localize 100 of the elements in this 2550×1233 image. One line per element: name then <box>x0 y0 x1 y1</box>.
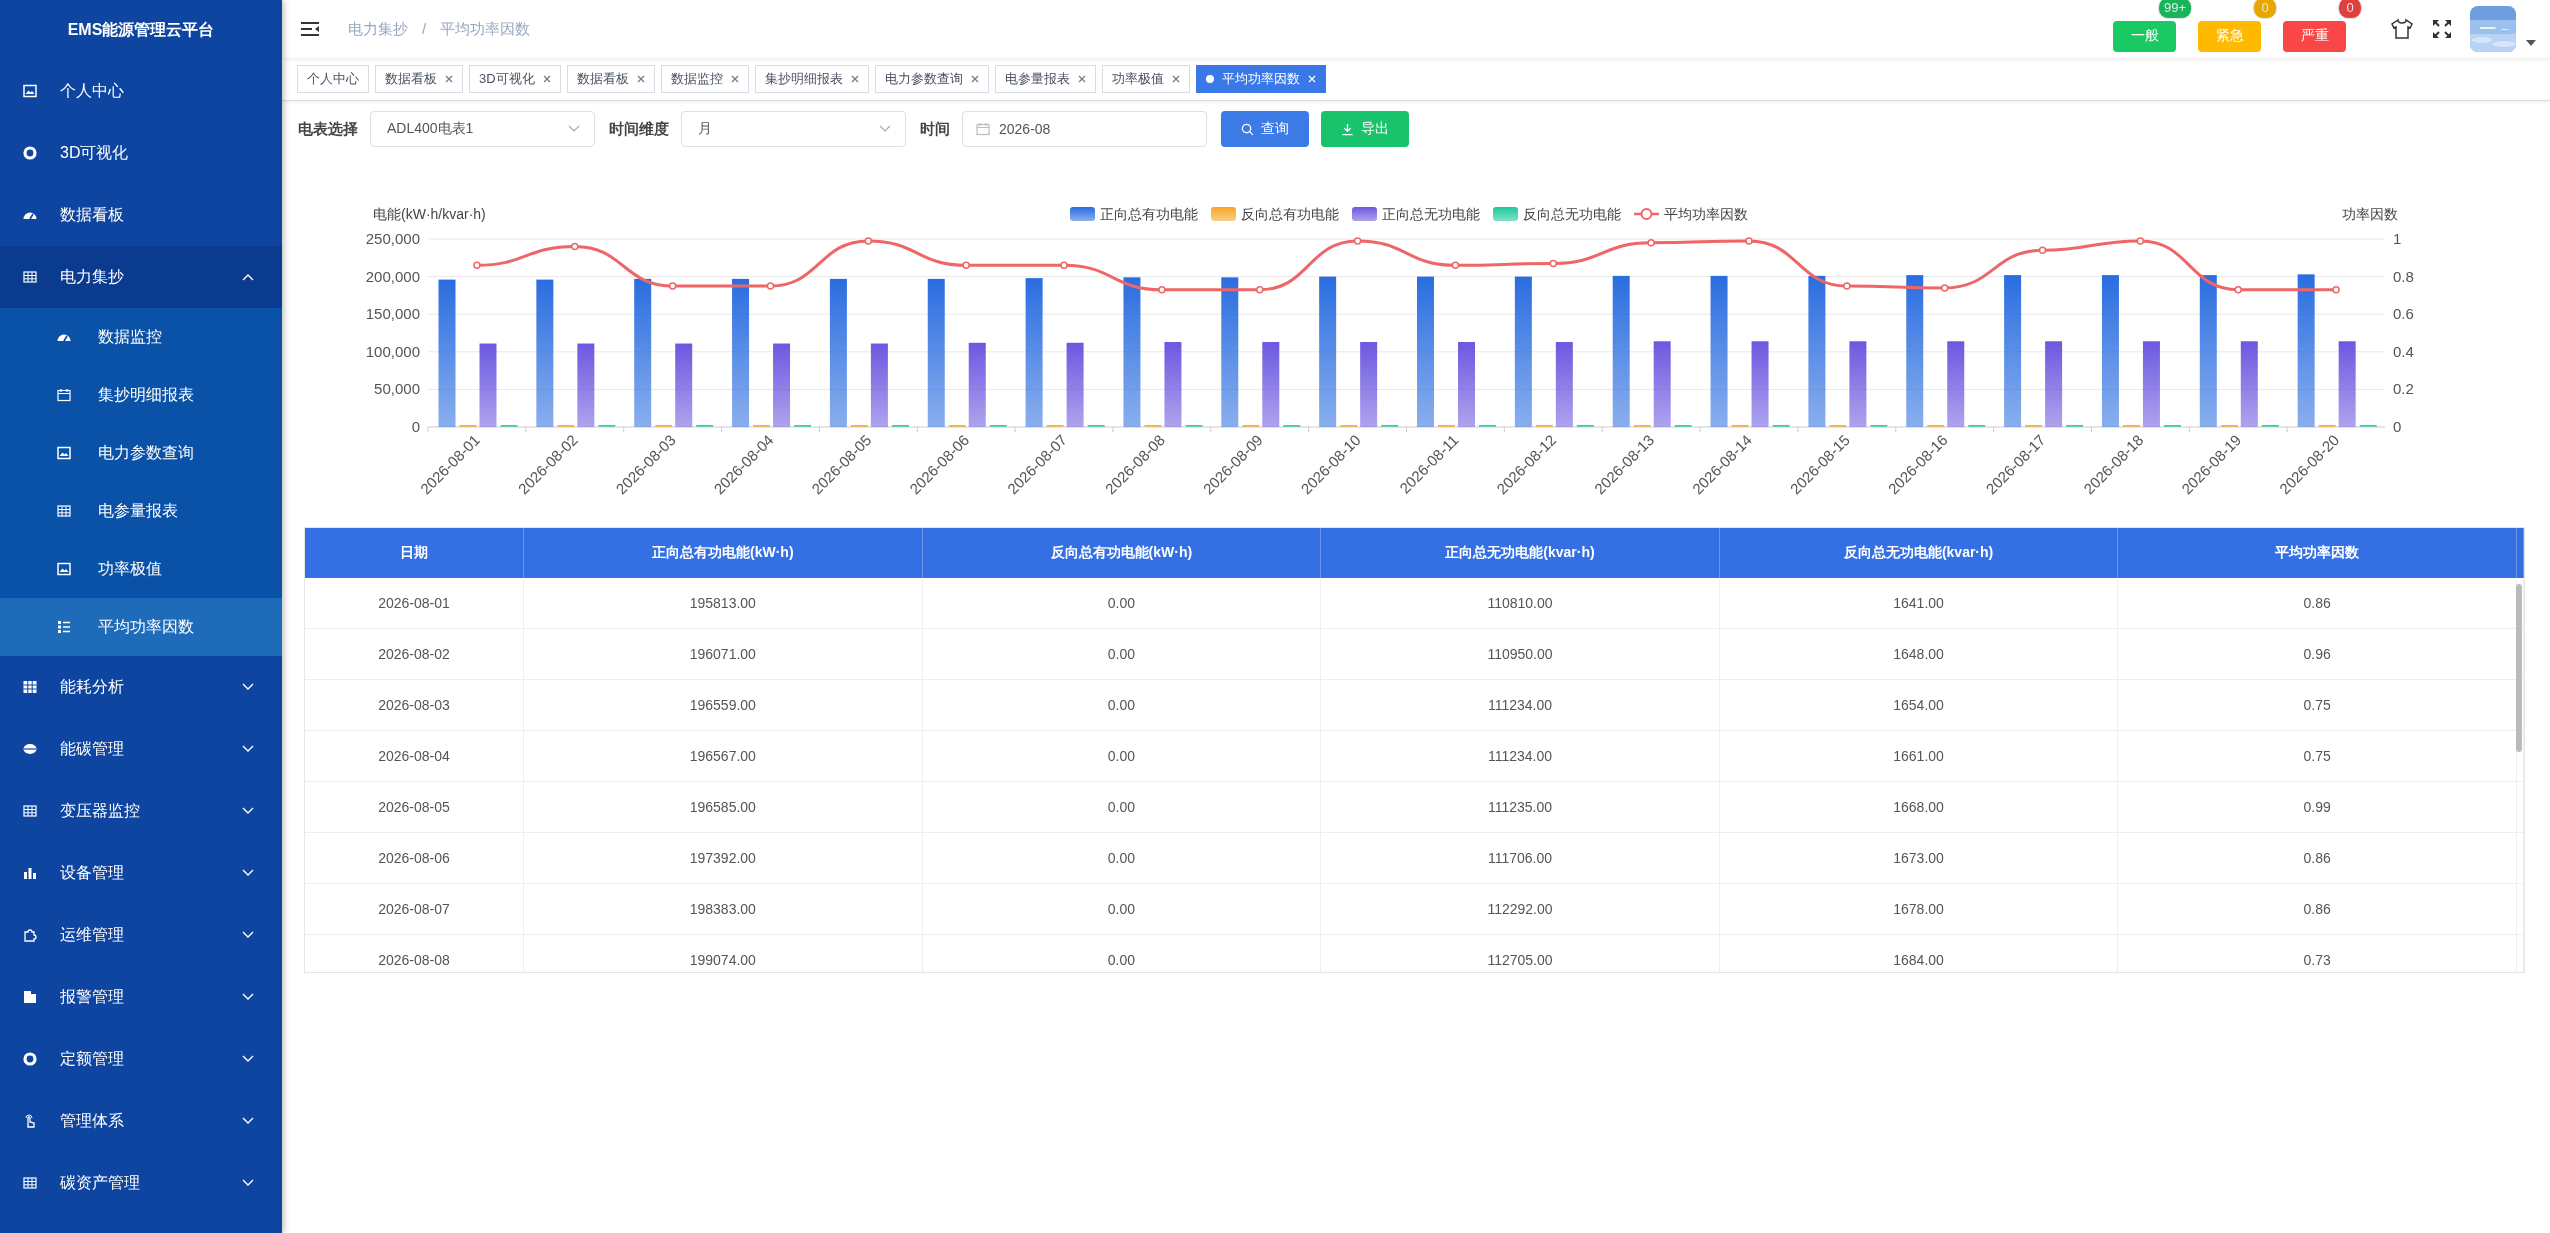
table-cell: 112292.00 <box>1320 883 1720 935</box>
data-point <box>962 261 970 270</box>
search-button[interactable]: 查询 <box>1221 111 1309 147</box>
table-icon <box>56 503 72 519</box>
table-cell: 2026-08-05 <box>305 781 524 833</box>
table-cell: 0.00 <box>922 628 1321 680</box>
table-cell: 196567.00 <box>523 730 923 782</box>
sidebar-subitem[interactable]: 平均功率因数 <box>0 598 282 656</box>
sidebar-item[interactable]: 能耗分析 <box>0 656 282 718</box>
tick-label: 0.8 <box>2393 267 2414 285</box>
app-title: EMS能源管理云平台 <box>66 19 216 40</box>
legend-item[interactable]: 平均功率因数 <box>1634 206 1748 222</box>
tab[interactable]: 3D可视化 <box>469 65 561 93</box>
close-icon[interactable] <box>730 75 739 83</box>
select-field[interactable]: 月 <box>681 111 906 147</box>
sidebar-item[interactable]: 个人中心 <box>0 60 282 122</box>
tick-label: 0.6 <box>2393 305 2414 323</box>
data-point <box>766 282 775 290</box>
tab[interactable]: 集抄明细报表 <box>754 65 869 93</box>
close-icon[interactable] <box>1077 75 1086 83</box>
data-point <box>2234 286 2242 294</box>
sidebar-item[interactable]: 运维管理 <box>0 904 282 966</box>
legend-item[interactable]: 正向总无功电能 <box>1352 206 1480 222</box>
table-icon <box>22 1175 38 1191</box>
column-header: 平均功率因数 <box>2117 528 2517 578</box>
date-field[interactable]: 2026-08 <box>962 111 1207 147</box>
tab[interactable]: 数据看板 <box>566 65 655 93</box>
tab[interactable]: 电力参数查询 <box>874 65 989 93</box>
table-cell: 0.73 <box>2117 934 2517 972</box>
data-point <box>1060 261 1068 270</box>
sidebar-item[interactable]: 碳资产管理 <box>0 1152 282 1214</box>
table-cell: 1684.00 <box>1719 934 2118 972</box>
data-point <box>1745 237 1753 245</box>
sidebar-item[interactable]: 管理体系 <box>0 1090 282 1152</box>
sidebar-subitem[interactable]: 电参量报表 <box>0 482 282 540</box>
sidebar-item[interactable]: 报警管理 <box>0 966 282 1028</box>
dot-icon <box>1205 75 1214 83</box>
tick-label: 150,000 <box>365 305 420 323</box>
close-icon[interactable] <box>850 75 859 83</box>
close-icon[interactable] <box>542 75 551 83</box>
sidebar-subitem[interactable]: 功率极值 <box>0 540 282 598</box>
data-point <box>1940 284 1949 292</box>
download-icon <box>1341 122 1354 136</box>
grid-icon <box>22 679 38 695</box>
sidebar-item[interactable]: 能碳管理 <box>0 718 282 780</box>
legend-label: 平均功率因数 <box>1664 206 1748 222</box>
tab[interactable]: 功率极值 <box>1101 65 1190 93</box>
table-cell: 2026-08-01 <box>305 578 524 629</box>
column-header: 日期 <box>305 528 524 578</box>
table-cell: 0.00 <box>922 578 1321 629</box>
column-header: 正向总无功电能(kvar·h) <box>1320 528 1720 578</box>
table-cell: 196559.00 <box>523 679 923 731</box>
sidebar-subitem[interactable]: 集抄明细报表 <box>0 366 282 424</box>
scrollbar[interactable] <box>2516 584 2522 752</box>
legend-item[interactable]: 反向总无功电能 <box>1493 206 1621 222</box>
tab[interactable]: 数据看板 <box>375 65 463 93</box>
table-cell: 0.00 <box>922 730 1321 782</box>
table-cell: 2026-08-08 <box>305 934 524 972</box>
table-cell: 199074.00 <box>523 934 923 972</box>
sidebar-item[interactable]: 数据看板 <box>0 184 282 246</box>
sidebar-item[interactable]: 3D可视化 <box>0 122 282 184</box>
tab[interactable]: 数据监控 <box>660 65 749 93</box>
close-icon[interactable] <box>970 75 979 83</box>
sidebar-item[interactable]: 电力集抄 <box>0 246 282 308</box>
legend-item[interactable]: 反向总有功电能 <box>1211 206 1339 222</box>
menu-icon[interactable] <box>300 21 320 37</box>
table-icon <box>22 269 38 285</box>
legend-label: 正向总有功电能 <box>1100 206 1198 222</box>
tick-label: 200,000 <box>365 267 420 285</box>
close-icon[interactable] <box>445 75 453 83</box>
legend-item[interactable]: 正向总有功电能 <box>1070 206 1198 222</box>
data-point <box>1353 237 1362 245</box>
tick-label: 100,000 <box>365 342 420 360</box>
sidebar-item[interactable]: 变压器监控 <box>0 780 282 842</box>
data-point <box>1549 259 1558 268</box>
breadcrumb-separator: / <box>422 19 427 39</box>
caret-icon[interactable] <box>2526 40 2536 46</box>
bar-chart-icon <box>22 865 38 881</box>
close-icon[interactable] <box>1171 75 1180 83</box>
shirt-icon[interactable] <box>2390 17 2414 41</box>
sidebar-item[interactable]: 定额管理 <box>0 1028 282 1090</box>
tab[interactable]: 电参量报表 <box>994 65 1096 93</box>
sidebar-subitem[interactable]: 电力参数查询 <box>0 424 282 482</box>
table-cell: 111234.00 <box>1320 679 1720 731</box>
tick-label: 0.2 <box>2393 380 2414 398</box>
select-field[interactable]: ADL400电表1 <box>370 111 595 147</box>
data-point <box>571 242 579 251</box>
tab[interactable]: 平均功率因数 <box>1195 65 1326 93</box>
tab[interactable]: 个人中心 <box>297 65 369 93</box>
sidebar-item[interactable]: 设备管理 <box>0 842 282 904</box>
data-point <box>2332 286 2340 294</box>
sidebar-subitem[interactable]: 数据监控 <box>0 308 282 366</box>
close-icon[interactable] <box>636 75 645 83</box>
count-badge: 0 <box>2338 0 2362 19</box>
alarm-button[interactable]: 严重 <box>2283 20 2346 52</box>
table-cell: 198383.00 <box>523 883 923 935</box>
legend-label: 反向总无功电能 <box>1523 206 1621 222</box>
column-header: 反向总无功电能(kvar·h) <box>1719 528 2118 578</box>
table-cell: 111706.00 <box>1320 832 1720 884</box>
fullscreen-icon[interactable] <box>2430 17 2454 41</box>
